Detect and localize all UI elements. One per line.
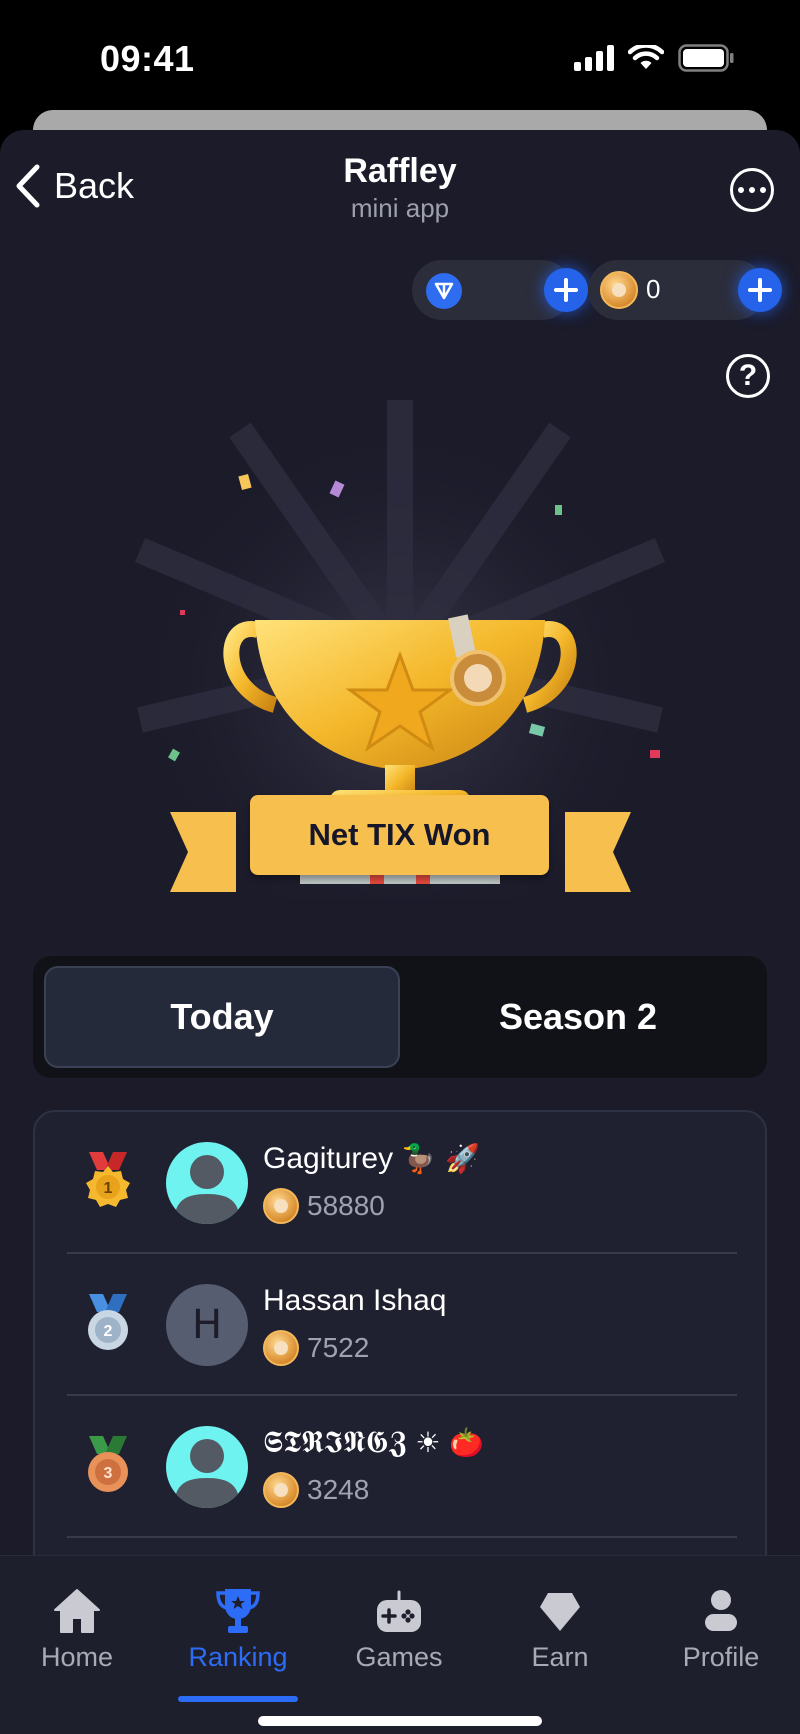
nav-profile[interactable]: Profile	[656, 1586, 786, 1673]
plus-icon	[554, 278, 578, 302]
nav-earn[interactable]: Earn	[495, 1586, 625, 1673]
nav-profile-label: Profile	[682, 1642, 760, 1672]
battery-icon	[678, 44, 734, 72]
player-score: 58880	[307, 1190, 385, 1221]
nav-games[interactable]: Games	[334, 1586, 464, 1673]
nav-home-label: Home	[40, 1642, 114, 1672]
player-name: 𝕾𝕿𝕽𝕴𝕹𝕲𝖅 ☀ 🍅	[263, 1426, 484, 1460]
bottom-navigation: Home Ranking Games Earn Profile	[0, 1555, 800, 1734]
app-header: Back Raffley mini app	[0, 130, 800, 240]
silver-medal-icon: 2	[88, 1294, 128, 1350]
more-options-button[interactable]	[730, 168, 774, 212]
leaderboard-row[interactable]: 1 Gagiturey 🦆 🚀 58880	[67, 1112, 737, 1254]
bronze-medal-icon: 3	[88, 1436, 128, 1492]
default-user-avatar-icon	[174, 1155, 240, 1224]
leaderboard-row[interactable]: 3 𝕾𝕿𝕽𝕴𝕹𝕲𝖅 ☀ 🍅 3248	[67, 1396, 737, 1538]
coin-icon	[263, 1472, 299, 1508]
player-name: Gagiturey 🦆 🚀	[263, 1142, 480, 1176]
player-name: Hassan Ishaq	[263, 1284, 446, 1318]
rank-number: 3	[104, 1465, 113, 1482]
avatar: H	[166, 1284, 248, 1366]
nav-earn-label: Earn	[531, 1642, 589, 1672]
app-subtitle: mini app	[350, 193, 450, 223]
nav-home[interactable]: Home	[12, 1586, 142, 1673]
coin-balance-value: 0	[646, 274, 661, 304]
player-name-text: 𝕾𝕿𝕽𝕴𝕹𝕲𝖅	[263, 1426, 407, 1459]
gem-icon	[540, 1593, 580, 1631]
app-title: Raffley	[343, 152, 457, 190]
gold-medal-icon: 1	[86, 1152, 130, 1207]
more-dot-icon	[749, 187, 755, 193]
player-name-text: Gagiturey	[263, 1142, 394, 1175]
more-dot-icon	[760, 187, 766, 193]
coin-icon	[600, 271, 638, 309]
row-divider	[67, 1536, 737, 1538]
status-bar: 09:41	[0, 0, 800, 110]
user-icon	[705, 1590, 737, 1631]
trophy-icon	[216, 1589, 260, 1633]
active-tab-indicator	[178, 1696, 298, 1702]
banner-ribbon-left	[170, 812, 236, 892]
coin-balance-pill: 0	[588, 260, 782, 320]
home-indicator[interactable]	[258, 1716, 542, 1726]
player-score: 7522	[307, 1332, 370, 1363]
nav-ranking-label: Ranking	[188, 1642, 288, 1672]
nav-games-label: Games	[355, 1642, 443, 1672]
gamepad-icon	[377, 1590, 421, 1632]
default-user-avatar-icon	[174, 1439, 240, 1508]
help-button[interactable]: ?	[726, 354, 770, 398]
player-name-emoji: 🦆 🚀	[401, 1142, 481, 1175]
rank-number: 2	[104, 1323, 113, 1340]
avatar	[166, 1142, 248, 1224]
question-mark-icon: ?	[738, 359, 758, 392]
ton-balance-pill	[412, 260, 588, 320]
add-coin-button[interactable]	[738, 268, 782, 312]
plus-icon	[748, 278, 772, 302]
more-dot-icon	[738, 187, 744, 193]
player-score: 3248	[307, 1474, 370, 1505]
tab-season-2[interactable]: Season 2	[400, 966, 756, 1068]
status-time: 09:41	[100, 38, 195, 79]
player-name-emoji: ☀ 🍅	[415, 1426, 485, 1459]
ton-icon	[426, 273, 462, 309]
cellular-signal-icon	[574, 45, 614, 71]
coin-icon	[263, 1188, 299, 1224]
status-icons	[574, 44, 734, 72]
period-tabs: Today Season 2	[33, 956, 767, 1078]
title-block: Raffley mini app	[0, 152, 800, 224]
mini-app-sheet: Back Raffley mini app 0 ? Net TIX Won To…	[0, 130, 800, 1734]
rank-number: 1	[104, 1180, 113, 1197]
leaderboard-row[interactable]: 2 H Hassan Ishaq 7522	[67, 1254, 737, 1396]
nav-ranking[interactable]: Ranking	[173, 1586, 303, 1673]
wifi-icon	[628, 45, 664, 69]
player-name-text: Hassan Ishaq	[263, 1284, 447, 1317]
coin-icon	[263, 1330, 299, 1366]
avatar	[166, 1426, 248, 1508]
add-ton-button[interactable]	[544, 268, 588, 312]
banner-ribbon-right	[565, 812, 631, 892]
tab-today[interactable]: Today	[44, 966, 400, 1068]
net-tix-won-banner: Net TIX Won	[250, 795, 549, 875]
home-icon	[54, 1589, 100, 1633]
